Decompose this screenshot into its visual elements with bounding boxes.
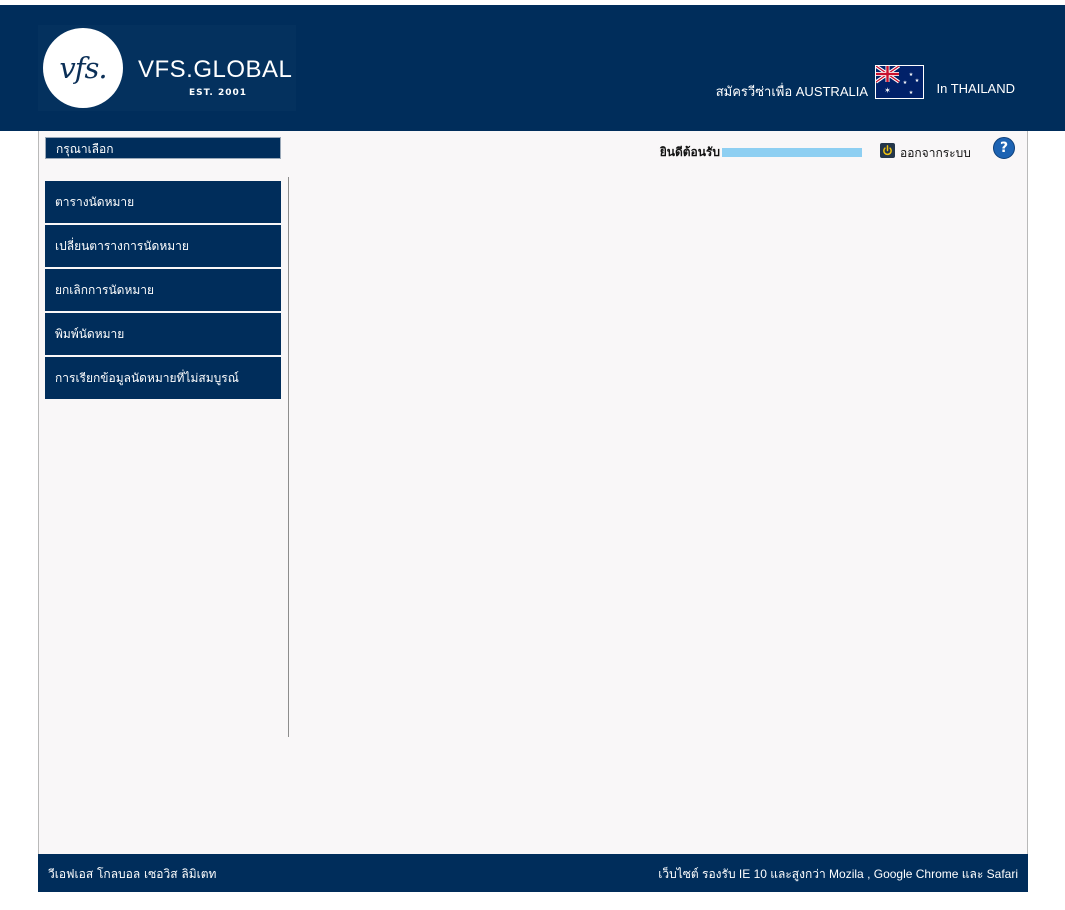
logo-mark: vfs.	[43, 28, 123, 108]
svg-text:✶: ✶	[884, 86, 891, 95]
logout-link[interactable]: ออกจากระบบ	[900, 144, 971, 163]
sidebar-item-schedule-appointment[interactable]: ตารางนัดหมาย	[45, 181, 281, 223]
redacted-user-name	[722, 148, 862, 157]
footer-browser-support: เว็บไซต์ รองรับ IE 10 และสูงกว่า Mozila …	[658, 867, 1018, 881]
sidebar-menu: ตารางนัดหมาย เปลี่ยนตารางการนัดหมาย ยกเล…	[45, 181, 281, 401]
sidebar-item-reschedule-appointment[interactable]: เปลี่ยนตารางการนัดหมาย	[45, 225, 281, 267]
svg-text:★: ★	[909, 72, 914, 78]
site-footer: วีเอฟเอส โกลบอล เซอวิส ลิมิเตท เว็บไซต์ …	[38, 854, 1028, 892]
welcome-message: ยินดีต้อนรับ	[660, 143, 862, 162]
logo-established: EST. 2001	[189, 88, 248, 98]
welcome-label: ยินดีต้อนรับ	[659, 145, 720, 159]
svg-text:★: ★	[915, 78, 920, 84]
power-icon[interactable]	[880, 143, 895, 158]
svg-text:★: ★	[909, 90, 914, 96]
footer-company-name: วีเอฟเอส โกลบอล เซอวิส ลิมิเตท	[48, 867, 217, 881]
please-select-dropdown[interactable]: กรุณาเลือก	[45, 137, 281, 159]
vfs-global-logo[interactable]: vfs. VFS.GLOBAL EST. 2001	[38, 25, 296, 111]
logo-name: VFS.GLOBAL	[138, 56, 293, 83]
main-content: กรุณาเลือก ยินดีต้อนรับ ออกจากระบบ ? ตาร…	[38, 131, 1028, 854]
help-icon[interactable]: ?	[993, 137, 1015, 159]
svg-text:★: ★	[903, 80, 908, 86]
apply-visa-label: สมัครวีซ่าเพื่อ AUSTRALIA	[715, 84, 868, 99]
sidebar-item-print-appointment[interactable]: พิมพ์นัดหมาย	[45, 313, 281, 355]
country-label: In THAILAND	[936, 81, 1015, 96]
sidebar-item-retrieve-incomplete-appointment[interactable]: การเรียกข้อมูลนัดหมายที่ไม่สมบูรณ์	[45, 357, 281, 399]
site-header: vfs. VFS.GLOBAL EST. 2001 สมัครวีซ่าเพื่…	[0, 5, 1065, 131]
australia-flag-icon: ✶ ★ ★ ★ ★	[875, 65, 924, 99]
sidebar-item-cancel-appointment[interactable]: ยกเลิกการนัดหมาย	[45, 269, 281, 311]
sidebar-divider	[288, 177, 289, 737]
